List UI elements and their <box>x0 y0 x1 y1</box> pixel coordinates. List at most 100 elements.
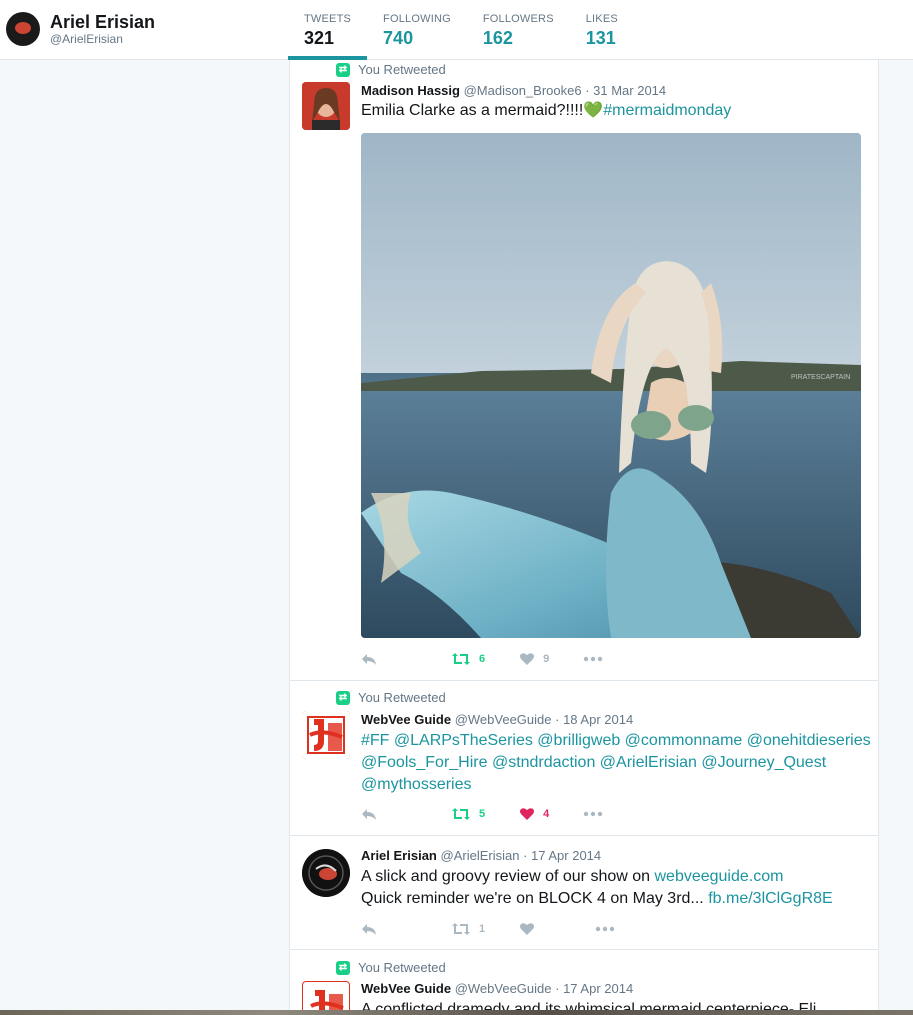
tweet-mentions-line-1[interactable]: #FF @LARPsTheSeries @brilligweb @commonn… <box>361 730 871 752</box>
retweet-count: 6 <box>479 653 486 665</box>
heart-icon <box>520 923 535 935</box>
tweet-item[interactable]: ⇄ You Retweeted WebVee Guide @WebVeeGuid… <box>290 950 878 1015</box>
stat-tweets-label: TWEETS <box>304 13 352 25</box>
retweet-context-label: You Retweeted <box>358 62 446 77</box>
reply-icon <box>362 654 376 665</box>
profile-card[interactable]: Ariel Erisian @ArielErisian <box>6 12 155 46</box>
stat-followers[interactable]: FOLLOWERS 162 <box>467 0 570 60</box>
retweet-context: ⇄ You Retweeted <box>336 690 446 705</box>
tweet-date[interactable]: · 31 Mar 2014 <box>585 83 666 98</box>
tweet-text: A slick and groovy review of our show on… <box>361 866 861 910</box>
retweet-icon <box>452 808 470 820</box>
retweet-context-icon: ⇄ <box>336 690 350 705</box>
tweet-header: WebVee Guide @WebVeeGuide · 18 Apr 2014 <box>361 712 633 727</box>
webveeguide-link[interactable]: webveeguide.com <box>654 868 783 885</box>
bottom-background-strip <box>0 1010 913 1015</box>
retweet-context-label: You Retweeted <box>358 960 446 975</box>
like-button[interactable] <box>519 922 535 936</box>
tweet-author-name[interactable]: WebVee Guide <box>361 981 451 996</box>
tweet-body: Emilia Clarke as a mermaid?!!!! <box>361 102 584 119</box>
tweet-header: WebVee Guide @WebVeeGuide · 17 Apr 2014 <box>361 981 633 996</box>
more-icon <box>595 926 615 932</box>
tweet-text: Emilia Clarke as a mermaid?!!!!💚#mermaid… <box>361 100 861 122</box>
tweet-text: #FF @LARPsTheSeries @brilligweb @commonn… <box>361 730 871 796</box>
ariel-avatar-image <box>302 849 350 897</box>
reply-icon <box>362 924 376 935</box>
retweet-button[interactable]: 5 <box>451 807 485 821</box>
more-button[interactable] <box>583 656 603 662</box>
stat-likes-label: LIKES <box>585 13 618 25</box>
retweet-icon <box>452 653 470 665</box>
profile-avatar[interactable] <box>6 12 40 46</box>
webvee-logo-icon <box>302 711 350 759</box>
retweet-button[interactable]: 1 <box>451 922 485 936</box>
heart-icon <box>520 653 535 665</box>
tweet-date[interactable]: · 17 Apr 2014 <box>523 848 601 863</box>
like-count: 4 <box>543 808 550 820</box>
retweet-button[interactable]: 6 <box>451 652 485 666</box>
like-count: 9 <box>543 653 550 665</box>
tweet-line-2: Quick reminder we're on BLOCK 4 on May 3… <box>361 888 861 910</box>
reply-button[interactable] <box>361 922 377 936</box>
tweet-actions: 1 <box>361 922 649 936</box>
reply-icon <box>362 809 376 820</box>
profile-header-bar: Ariel Erisian @ArielErisian TWEETS 321 F… <box>0 0 913 60</box>
heart-icon <box>520 808 535 820</box>
tweet-date[interactable]: · 17 Apr 2014 <box>555 981 633 996</box>
retweet-context-label: You Retweeted <box>358 690 446 705</box>
tweet-actions: 5 4 <box>361 807 637 821</box>
stat-followers-value: 162 <box>482 28 513 48</box>
tweet-author-handle[interactable]: @Madison_Brooke6 <box>464 83 582 98</box>
mermaid-photo: PIRATESCAPTAIN <box>361 133 861 638</box>
tweet-author-handle[interactable]: @ArielErisian <box>441 848 520 863</box>
tweet-timeline: ⇄ You Retweeted Madison Hassig @Madison_… <box>289 60 879 1015</box>
more-button[interactable] <box>595 926 615 932</box>
tweet-author-name[interactable]: Ariel Erisian <box>361 848 437 863</box>
profile-name[interactable]: Ariel Erisian <box>50 12 155 32</box>
retweet-context-icon: ⇄ <box>336 960 350 975</box>
tweet-media-photo[interactable]: PIRATESCAPTAIN <box>361 133 861 638</box>
tweet-line-1: A slick and groovy review of our show on… <box>361 866 861 888</box>
retweet-context-icon: ⇄ <box>336 62 350 77</box>
tweet-author-name[interactable]: WebVee Guide <box>361 712 451 727</box>
fb-link[interactable]: fb.me/3lClGgR8E <box>708 890 833 907</box>
profile-names: Ariel Erisian @ArielErisian <box>50 12 155 46</box>
tweet-author-handle[interactable]: @WebVeeGuide <box>455 981 552 996</box>
stat-following[interactable]: FOLLOWING 740 <box>367 0 467 60</box>
hashtag-link[interactable]: #mermaidmonday <box>603 102 731 119</box>
tweet-avatar[interactable] <box>302 82 350 130</box>
tweet-item[interactable]: ⇄ You Retweeted WebVee Guide @WebVeeGuid… <box>290 681 878 836</box>
tweet-item[interactable]: ⇄ You Retweeted Madison Hassig @Madison_… <box>290 60 878 681</box>
green-heart-emoji: 💚 <box>583 102 604 119</box>
tweet-mentions-line-3[interactable]: @mythosseries <box>361 774 871 796</box>
tweet-header: Madison Hassig @Madison_Brooke6 · 31 Mar… <box>361 83 666 98</box>
stat-following-value: 740 <box>383 28 414 48</box>
tweet-author-name[interactable]: Madison Hassig <box>361 83 460 98</box>
tweet-mentions-line-2[interactable]: @Fools_For_Hire @stndrdaction @ArielEris… <box>361 752 871 774</box>
retweet-count: 1 <box>479 923 486 935</box>
stat-tweets[interactable]: TWEETS 321 <box>288 0 368 60</box>
stat-likes[interactable]: LIKES 131 <box>570 0 634 60</box>
tweet-header: Ariel Erisian @ArielErisian · 17 Apr 201… <box>361 848 601 863</box>
tweet-avatar[interactable] <box>302 849 350 897</box>
like-button[interactable]: 4 <box>519 807 549 821</box>
tweet-item[interactable]: Ariel Erisian @ArielErisian · 17 Apr 201… <box>290 836 878 950</box>
media-watermark: PIRATESCAPTAIN <box>791 374 850 381</box>
tweet-actions: 6 9 <box>361 652 637 666</box>
more-button[interactable] <box>583 811 603 817</box>
tweet-line-1-text: A slick and groovy review of our show on <box>361 868 655 885</box>
like-button[interactable]: 9 <box>519 652 549 666</box>
profile-handle: @ArielErisian <box>50 32 123 46</box>
tweet-date[interactable]: · 18 Apr 2014 <box>555 712 633 727</box>
tweet-avatar[interactable] <box>302 711 350 759</box>
madison-avatar-image <box>302 82 350 130</box>
stat-tweets-value: 321 <box>304 28 335 48</box>
more-icon <box>584 656 603 662</box>
tweet-author-handle[interactable]: @WebVeeGuide <box>455 712 552 727</box>
reply-button[interactable] <box>361 652 377 666</box>
more-icon <box>584 811 603 817</box>
retweet-icon <box>452 923 470 935</box>
reply-button[interactable] <box>361 807 377 821</box>
stat-following-label: FOLLOWING <box>383 13 451 25</box>
retweet-context: ⇄ You Retweeted <box>336 960 446 975</box>
